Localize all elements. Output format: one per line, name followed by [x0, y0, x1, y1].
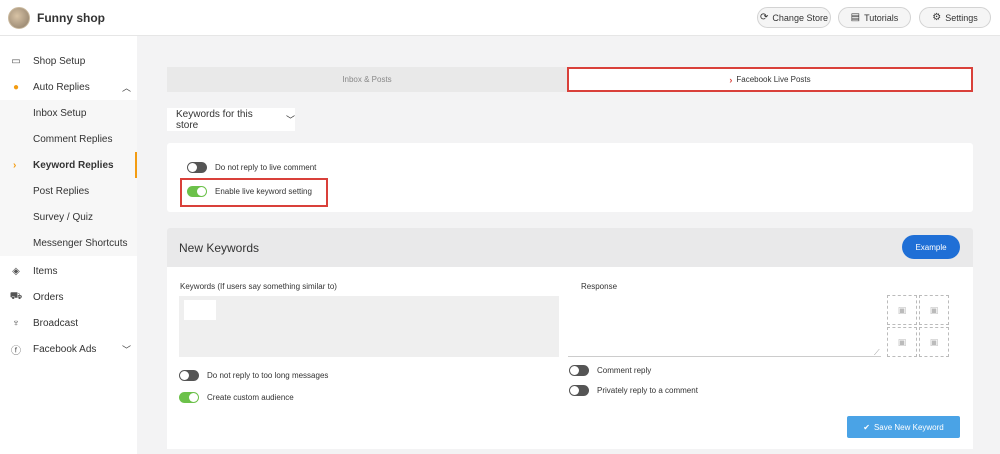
do-not-reply-live-toggle[interactable]: [187, 162, 207, 173]
comment-reply-toggle[interactable]: [569, 365, 589, 376]
book-icon: ▤: [850, 12, 861, 23]
change-store-button[interactable]: ⟳ Change Store: [757, 7, 831, 28]
sidebar-item-inbox-setup[interactable]: Inbox Setup: [0, 100, 137, 126]
save-label: Save New Keyword: [873, 422, 944, 432]
checkmark-icon: ✔: [863, 422, 870, 432]
shop-name: Funny shop: [37, 11, 105, 25]
post-type-tabs: Inbox & Posts › Facebook Live Posts: [167, 67, 973, 92]
tab-facebook-live-posts[interactable]: › Facebook Live Posts: [567, 67, 973, 92]
chevron-down-icon[interactable]: ﹀: [122, 343, 131, 356]
sidebar-item-items[interactable]: ◈ Items: [0, 258, 137, 284]
box-icon: ◈: [12, 265, 20, 277]
private-reply-row: Privately reply to a comment: [569, 385, 698, 396]
private-reply-toggle[interactable]: [569, 385, 589, 396]
cart-icon: ⛟: [9, 290, 23, 302]
top-bar: Funny shop ⟳ Change Store ▤ Tutorials ⚙ …: [0, 0, 1000, 36]
toggle-label: Do not reply to live comment: [215, 163, 317, 172]
sidebar-item-label: Orders: [33, 291, 64, 303]
sidebar-item-label: Inbox Setup: [33, 107, 87, 119]
gear-icon: ⚙: [932, 12, 942, 23]
chevron-right-icon: ›: [13, 159, 17, 171]
comment-reply-row: Comment reply: [569, 365, 651, 376]
tab-inbox-posts[interactable]: Inbox & Posts: [167, 67, 567, 92]
shop-logo[interactable]: [8, 7, 30, 29]
chevron-down-icon: ﹀: [285, 115, 295, 125]
keyword-scope-value: Keywords for this store: [176, 108, 253, 131]
sidebar-item-label: Shop Setup: [33, 55, 86, 67]
image-upload-slot[interactable]: ▣: [919, 327, 949, 357]
sidebar-item-survey-quiz[interactable]: Survey / Quiz: [0, 204, 137, 230]
toggle-label: Comment reply: [597, 366, 652, 375]
toggle-label: Create custom audience: [207, 393, 294, 402]
sidebar-item-orders[interactable]: ⛟ Orders: [0, 284, 137, 310]
keywords-label: Keywords (If users say something similar…: [180, 282, 337, 291]
image-icon: ▣: [929, 304, 939, 315]
sidebar-item-post-replies[interactable]: Post Replies: [0, 178, 137, 204]
highlight-box: [180, 178, 328, 207]
chat-bubble-icon: ●: [12, 81, 20, 93]
sidebar-item-shop-setup[interactable]: ▭ Shop Setup: [0, 48, 137, 74]
sidebar-item-broadcast[interactable]: ♆ Broadcast: [0, 310, 137, 336]
tutorials-label: Tutorials: [864, 12, 899, 23]
settings-button[interactable]: ⚙ Settings: [919, 7, 991, 28]
sidebar-item-label: Items: [33, 265, 58, 277]
sidebar-item-label: Comment Replies: [33, 133, 113, 145]
image-icon: ▣: [929, 336, 939, 347]
image-upload-slot[interactable]: ▣: [887, 327, 917, 357]
toggle-label: Privately reply to a comment: [597, 386, 698, 395]
keywords-input[interactable]: [179, 296, 559, 357]
image-upload-slot[interactable]: ▣: [887, 295, 917, 325]
sidebar: ▭ Shop Setup ● Auto Replies ︿ Inbox Setu…: [0, 36, 137, 454]
chevron-up-icon[interactable]: ︿: [122, 81, 131, 94]
new-keywords-title: New Keywords: [179, 241, 260, 255]
facebook-icon: ⓕ: [11, 345, 21, 357]
image-upload-slot[interactable]: ▣: [919, 295, 949, 325]
sidebar-item-facebook-ads[interactable]: ⓕ Facebook Ads ﹀: [0, 336, 137, 362]
response-textarea[interactable]: [568, 295, 881, 357]
settings-label: Settings: [945, 12, 978, 23]
chevron-right-icon: ›: [729, 74, 733, 85]
sidebar-item-label: Auto Replies: [33, 81, 90, 93]
keyword-scope-select[interactable]: Keywords for this store ﹀: [167, 108, 295, 131]
tutorials-button[interactable]: ▤ Tutorials: [838, 7, 911, 28]
toggle-label: Do not reply to too long messages: [207, 371, 329, 380]
sidebar-item-label: Survey / Quiz: [33, 211, 94, 223]
image-icon: ▣: [897, 336, 907, 347]
change-store-label: Change Store: [772, 12, 828, 23]
microphone-icon: ♆: [12, 317, 20, 329]
sidebar-item-auto-replies[interactable]: ● Auto Replies ︿: [0, 74, 137, 100]
example-button[interactable]: Example: [902, 235, 960, 259]
refresh-icon: ⟳: [760, 12, 769, 23]
response-label: Response: [581, 282, 618, 291]
new-keywords-header: New Keywords Example: [167, 228, 973, 267]
resize-handle-icon[interactable]: ⟋: [874, 348, 880, 358]
sidebar-item-label: Post Replies: [33, 185, 90, 197]
sidebar-item-comment-replies[interactable]: Comment Replies: [0, 126, 137, 152]
tab-label: Facebook Live Posts: [736, 75, 811, 84]
sidebar-item-messenger-shortcuts[interactable]: Messenger Shortcuts: [0, 230, 137, 256]
sidebar-item-label: Broadcast: [33, 317, 79, 329]
do-not-reply-long-toggle[interactable]: [179, 370, 199, 381]
custom-audience-row: Create custom audience: [179, 392, 294, 403]
do-not-reply-long-row: Do not reply to too long messages: [179, 370, 328, 381]
do-not-reply-live-row: Do not reply to live comment: [187, 162, 316, 173]
save-new-keyword-button[interactable]: ✔ Save New Keyword: [847, 416, 960, 438]
keyword-tag-input[interactable]: [184, 300, 216, 320]
sidebar-item-label: Keyword Replies: [33, 159, 114, 171]
image-icon: ▣: [897, 304, 907, 315]
sidebar-item-label: Messenger Shortcuts: [33, 237, 128, 249]
sidebar-item-label: Facebook Ads: [33, 343, 97, 355]
custom-audience-toggle[interactable]: [179, 392, 199, 403]
sidebar-item-keyword-replies[interactable]: › Keyword Replies: [0, 152, 137, 178]
shop-icon: ▭: [11, 55, 21, 67]
